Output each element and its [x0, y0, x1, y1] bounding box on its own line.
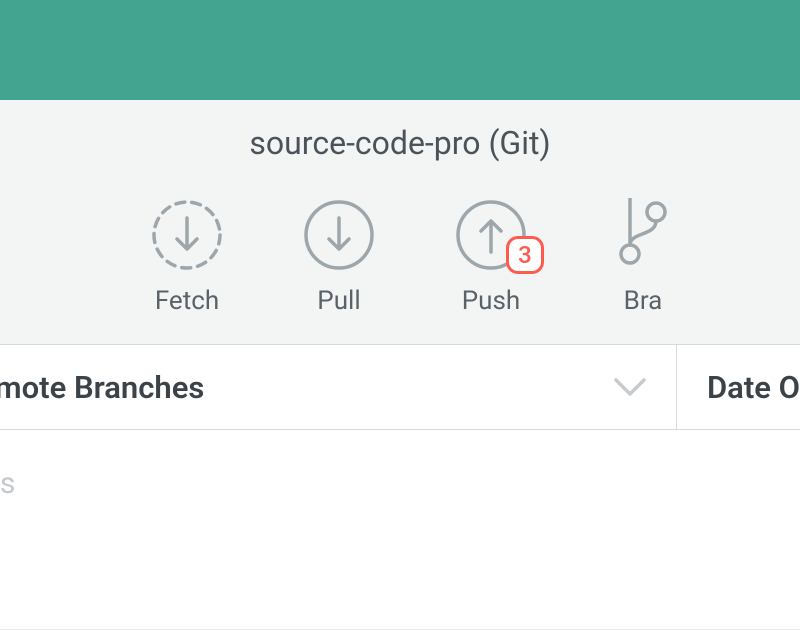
chevron-down-icon — [612, 376, 648, 398]
remote-branches-label: emote Branches — [0, 369, 204, 406]
filter-row: emote Branches Date O — [0, 344, 800, 430]
main-panel: source-code-pro (Git) Fetch — [0, 100, 800, 344]
branch-icon — [606, 198, 680, 272]
push-label: Push — [462, 286, 520, 316]
date-column-label: Date O — [707, 369, 800, 406]
list-item[interactable]: aces — [0, 466, 800, 535]
push-badge: 3 — [506, 236, 544, 274]
fetch-label: Fetch — [155, 286, 219, 316]
push-button[interactable]: 3 Push — [454, 198, 528, 316]
date-column-header[interactable]: Date O — [677, 345, 800, 429]
repo-title: source-code-pro (Git) — [249, 124, 550, 162]
top-banner — [0, 0, 800, 100]
list-area: aces — [0, 430, 800, 630]
pull-button[interactable]: Pull — [302, 198, 376, 316]
toolbar: Fetch Pull 3 Push — [0, 198, 800, 316]
remote-branches-dropdown[interactable]: emote Branches — [0, 345, 677, 429]
pull-icon — [302, 198, 376, 272]
fetch-icon — [150, 198, 224, 272]
fetch-button[interactable]: Fetch — [150, 198, 224, 316]
title-bar: source-code-pro (Git) — [0, 124, 800, 162]
push-icon: 3 — [454, 198, 528, 272]
pull-label: Pull — [317, 286, 360, 316]
branch-button[interactable]: Bra — [606, 198, 680, 316]
branch-label: Bra — [624, 286, 663, 316]
